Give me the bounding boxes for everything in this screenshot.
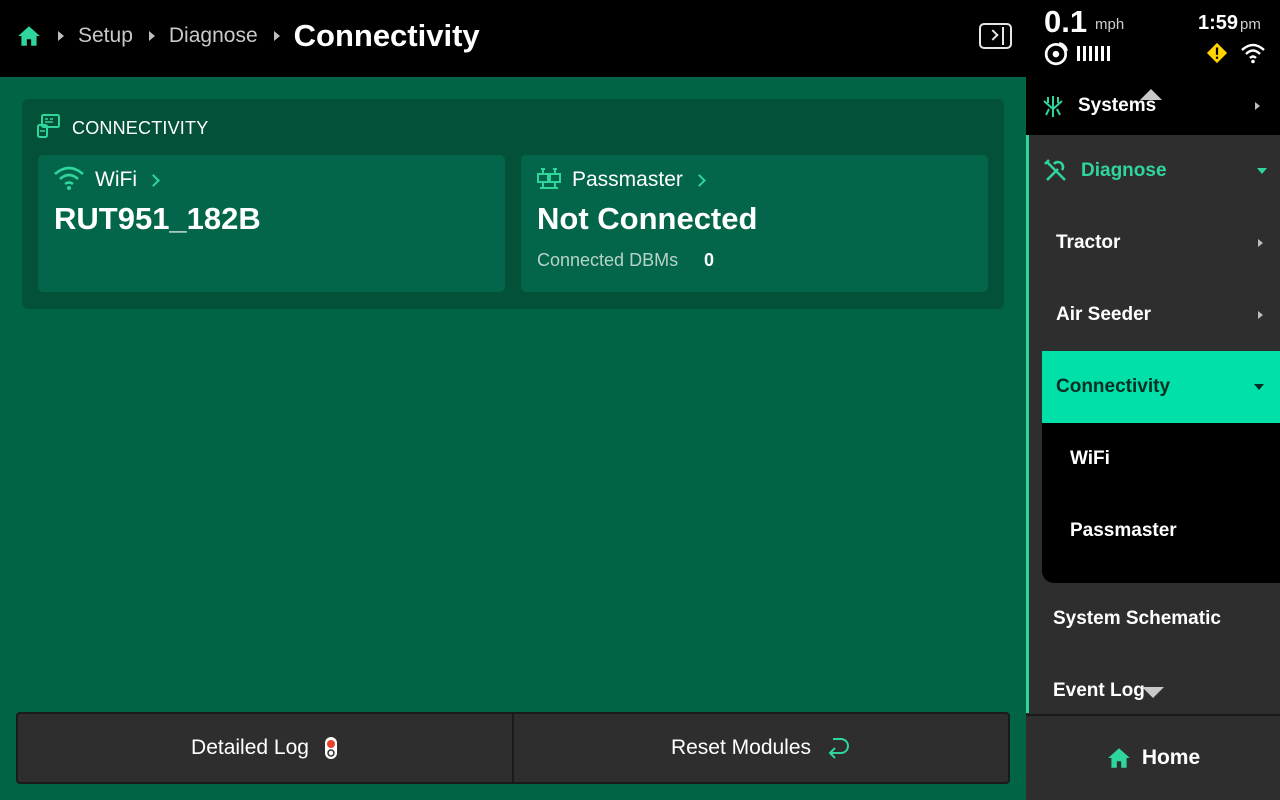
scroll-up-icon[interactable]	[1140, 89, 1162, 100]
chevron-down-icon	[1257, 168, 1267, 174]
sidebar-item-label: Tractor	[1056, 232, 1121, 253]
detailed-log-button[interactable]: Detailed Log	[18, 714, 512, 782]
clock-ampm: pm	[1240, 16, 1261, 33]
breadcrumb-separator-icon	[148, 31, 155, 41]
speed-value: 0.1	[1044, 4, 1088, 39]
main-content: CONNECTIVITY WiFi RUT951_182B Passmaster…	[0, 77, 1026, 800]
chevron-right-icon	[1255, 102, 1260, 110]
gps-satellite-icon	[1044, 40, 1070, 71]
breadcrumb-separator-icon	[58, 31, 64, 41]
action-bar: Detailed Log Reset Modules	[16, 712, 1010, 784]
wifi-tile[interactable]: WiFi RUT951_182B	[38, 155, 505, 292]
wifi-network-name: RUT951_182B	[54, 201, 261, 236]
sidebar-item-connectivity[interactable]: Connectivity	[1042, 351, 1280, 423]
sidebar-item-label: WiFi	[1070, 448, 1110, 469]
passmaster-tile[interactable]: Passmaster Not Connected Connected DBMs …	[521, 155, 988, 292]
chevron-right-icon	[1258, 311, 1263, 319]
chevron-right-icon	[693, 173, 706, 187]
connected-dbms-count: 0	[704, 250, 715, 270]
sidebar-item-diagnose[interactable]: Diagnose	[1029, 135, 1280, 207]
passmaster-label: Passmaster	[572, 168, 683, 191]
card-header: CONNECTIVITY	[36, 113, 209, 144]
home-button[interactable]: Home	[1026, 714, 1280, 800]
wifi-label: WiFi	[95, 168, 137, 191]
sidebar-item-label: Passmaster	[1070, 520, 1177, 541]
breadcrumb: Setup Diagnose Connectivity	[16, 16, 480, 56]
header-bar: Setup Diagnose Connectivity	[0, 0, 1026, 77]
chevron-right-icon	[1258, 239, 1263, 247]
home-icon[interactable]	[16, 23, 42, 49]
sidebar-item-system-schematic[interactable]: System Schematic	[1026, 583, 1280, 655]
connected-dbms-label: Connected DBMs	[537, 250, 679, 270]
sidebar-item-label: System Schematic	[1053, 608, 1221, 629]
chevron-down-icon	[1254, 384, 1264, 390]
breadcrumb-separator-icon	[273, 31, 280, 41]
sidebar-item-label: Event Log	[1053, 680, 1145, 701]
sidebar-item-tractor[interactable]: Tractor	[1029, 207, 1280, 279]
sidebar-item-label: Air Seeder	[1056, 304, 1152, 325]
sidebar-item-systems[interactable]: Systems	[1026, 77, 1280, 135]
sidebar: Systems Diagnose Tractor Air Seeder Conn…	[1026, 77, 1280, 800]
status-area: 0.1 mph 1:59 pm	[1026, 0, 1280, 77]
log-indicator-icon	[323, 735, 339, 761]
reset-arrow-icon	[825, 735, 851, 761]
speed-unit: mph	[1095, 16, 1125, 33]
connectivity-submenu: Connectivity WiFi Passmaster	[1042, 351, 1280, 583]
sidebar-subitem-passmaster[interactable]: Passmaster	[1042, 495, 1280, 567]
reset-modules-label: Reset Modules	[670, 736, 812, 759]
chevron-right-icon	[147, 173, 160, 187]
connectivity-icon	[36, 113, 62, 144]
card-title: CONNECTIVITY	[72, 117, 209, 138]
wifi-status-icon	[1240, 42, 1266, 69]
connectivity-card: CONNECTIVITY WiFi RUT951_182B Passmaster…	[22, 99, 1004, 309]
breadcrumb-setup[interactable]: Setup	[78, 24, 133, 48]
passmaster-icon	[536, 165, 562, 196]
sidebar-subitem-wifi[interactable]: WiFi	[1042, 423, 1280, 495]
scroll-down-icon[interactable]	[1142, 687, 1164, 698]
clock-time: 1:59	[1198, 12, 1239, 34]
sidebar-item-air-seeder[interactable]: Air Seeder	[1029, 279, 1280, 351]
passmaster-status: Not Connected	[537, 201, 758, 236]
systems-icon	[1040, 93, 1066, 119]
wifi-icon	[53, 165, 85, 196]
page-title: Connectivity	[293, 18, 480, 53]
panel-toggle-icon[interactable]	[979, 23, 1012, 49]
wrench-screwdriver-icon	[1043, 158, 1069, 184]
breadcrumb-diagnose[interactable]: Diagnose	[169, 24, 258, 48]
sidebar-item-label: Diagnose	[1081, 160, 1167, 181]
signal-bars-icon	[1077, 46, 1110, 61]
reset-modules-button[interactable]: Reset Modules	[512, 714, 1008, 782]
detailed-log-label: Detailed Log	[191, 736, 309, 759]
sidebar-item-label: Connectivity	[1056, 376, 1171, 397]
warning-icon[interactable]	[1206, 42, 1228, 69]
home-label: Home	[1141, 746, 1201, 769]
home-icon	[1106, 745, 1132, 771]
